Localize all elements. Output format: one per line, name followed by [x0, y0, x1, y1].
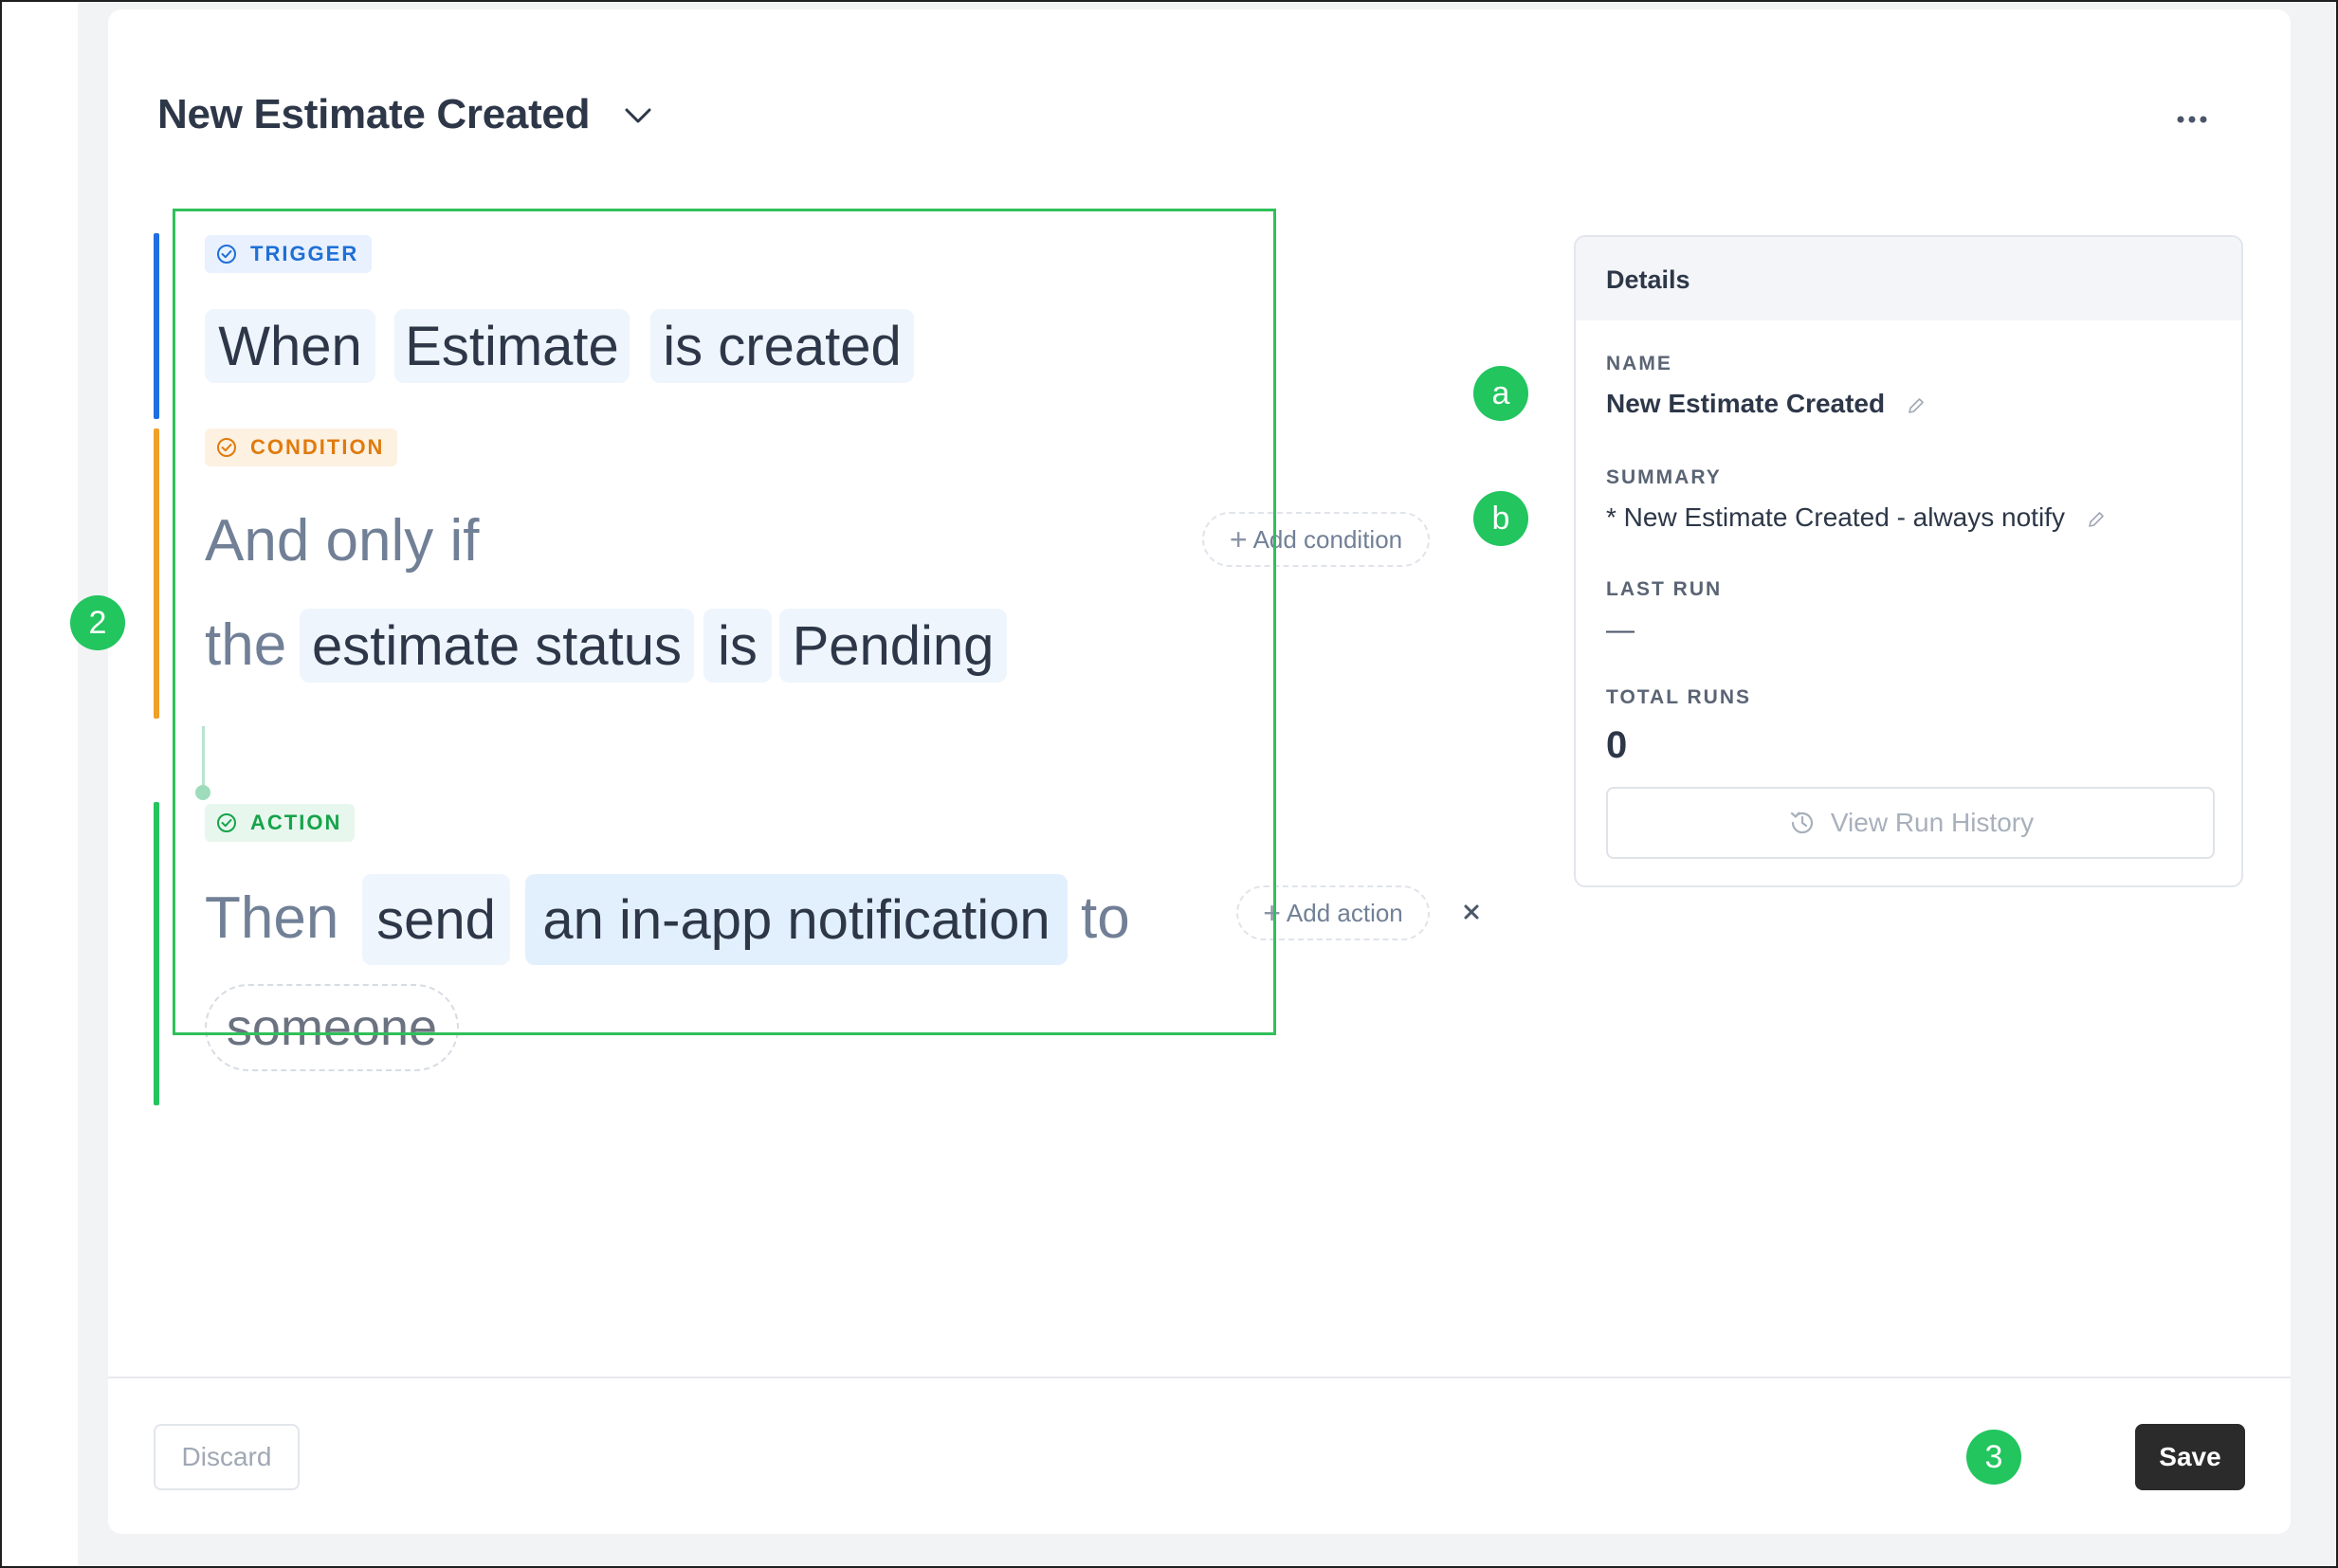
save-button[interactable]: Save — [2135, 1424, 2245, 1490]
details-header: Details — [1576, 237, 2241, 320]
details-panel: Details NAME New Estimate Created SUMMAR… — [1574, 235, 2243, 887]
left-gutter — [2, 2, 78, 1566]
summary-value: * New Estimate Created - always notify — [1606, 502, 2065, 532]
footer-divider — [108, 1377, 2291, 1378]
action-accent-bar — [154, 802, 159, 1105]
more-horizontal-icon[interactable] — [2171, 99, 2213, 140]
close-icon[interactable] — [1458, 899, 1485, 925]
total-runs-value: 0 — [1606, 724, 1628, 766]
annotation-marker-b: b — [1473, 491, 1528, 546]
annotation-selection-box — [173, 209, 1276, 1035]
history-icon — [1790, 811, 1813, 834]
pencil-icon[interactable] — [2086, 509, 2107, 530]
view-run-history-label: View Run History — [1830, 808, 2035, 837]
add-action-label: Add action — [1286, 898, 1403, 927]
discard-button[interactable]: Discard — [154, 1424, 300, 1490]
name-value-row[interactable]: New Estimate Created — [1606, 389, 1927, 419]
page-title[interactable]: New Estimate Created — [157, 91, 590, 138]
annotation-marker-a: a — [1473, 366, 1528, 421]
name-label: NAME — [1606, 353, 1672, 374]
condition-accent-bar — [154, 428, 159, 719]
view-run-history-button[interactable]: View Run History — [1606, 787, 2215, 859]
annotation-marker-2: 2 — [70, 595, 125, 650]
details-title: Details — [1606, 265, 1690, 294]
pencil-icon[interactable] — [1906, 395, 1927, 416]
total-runs-label: TOTAL RUNS — [1606, 686, 1752, 708]
annotation-marker-3: 3 — [1966, 1430, 2021, 1485]
name-value: New Estimate Created — [1606, 389, 1886, 418]
last-run-label: LAST RUN — [1606, 578, 1723, 600]
summary-label: SUMMARY — [1606, 466, 1722, 488]
trigger-accent-bar — [154, 233, 159, 419]
chevron-down-icon[interactable] — [622, 104, 654, 127]
last-run-value: — — [1606, 614, 1635, 646]
summary-value-row[interactable]: * New Estimate Created - always notify — [1606, 502, 2107, 533]
